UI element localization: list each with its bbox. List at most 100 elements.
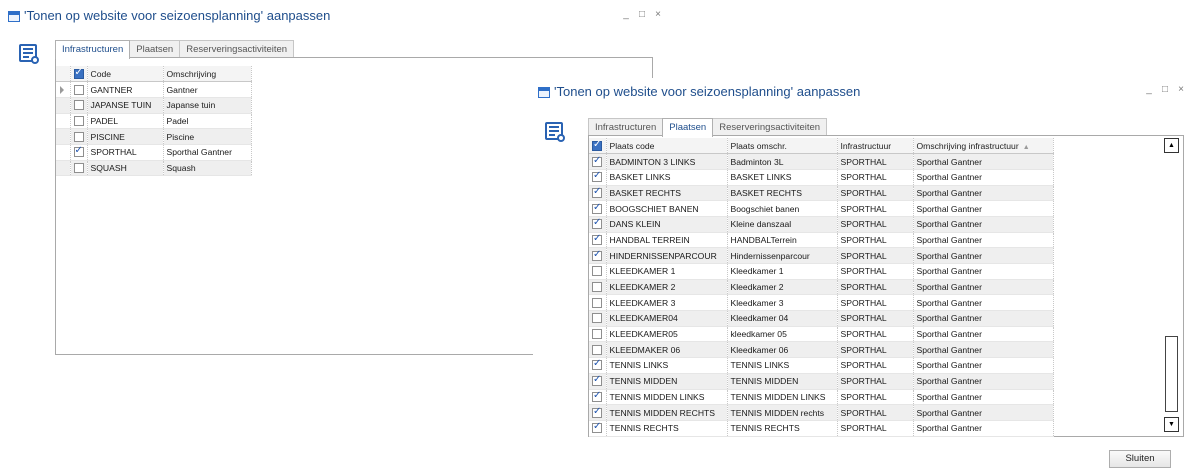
table-row[interactable]: BADMINTON 3 LINKSBadminton 3LSPORTHALSpo…	[589, 153, 1054, 170]
table-row[interactable]: TENNIS MIDDEN RECHTSTENNIS MIDDEN rechts…	[589, 404, 1054, 421]
checkbox-cell[interactable]	[589, 153, 607, 170]
table-row[interactable]: PADEL Padel	[56, 113, 252, 130]
checkbox-cell[interactable]	[589, 263, 607, 280]
scrollbar-thumb[interactable]	[1165, 336, 1178, 412]
checkbox-cell[interactable]	[589, 373, 607, 390]
tab-plaatsen[interactable]: Plaatsen	[129, 40, 181, 58]
table-row[interactable]: KLEEDKAMER 3 Kleedkamer 3 SPORTHAL Sporthal…	[589, 294, 1054, 312]
checkbox-cell[interactable]	[589, 200, 607, 217]
tab-reserveringsactiviteiten[interactable]: Reserveringsactiviteiten	[179, 40, 295, 58]
row-checkbox[interactable]	[592, 297, 602, 308]
checkbox-cell[interactable]	[589, 310, 607, 327]
row-checkbox[interactable]	[592, 249, 602, 261]
scroll-down-button[interactable]: ▼	[1164, 417, 1179, 432]
column-header-omschrijving-infrastructuur[interactable]: Omschrijving infrastructuur ▲	[913, 138, 1054, 155]
table-row[interactable]: TENNIS RECHTSTENNIS RECHTSSPORTHALSporth…	[589, 420, 1054, 437]
minimize-button[interactable]: _	[622, 10, 630, 20]
checkbox-cell[interactable]	[589, 341, 607, 359]
column-header-infrastructuur[interactable]: Infrastructuur	[837, 138, 914, 155]
sluiten-button[interactable]: Sluiten	[1109, 450, 1171, 468]
checkbox-cell[interactable]	[589, 185, 607, 202]
column-header-plaats-omschr[interactable]: Plaats omschr.	[727, 138, 838, 155]
row-checkbox[interactable]	[592, 390, 602, 402]
table-row[interactable]: TENNIS LINKSTENNIS LINKSSPORTHALSporthal…	[589, 357, 1054, 374]
table-row[interactable]: BASKET LINKSBASKET LINKSSPORTHALSporthal…	[589, 169, 1054, 186]
column-header-omschrijving[interactable]: Omschrijving	[163, 66, 252, 83]
table-row[interactable]: BOOGSCHIET BANENBoogschiet banenSPORTHAL…	[589, 200, 1054, 217]
table-row[interactable]: GANTNER Gantner	[56, 81, 252, 98]
row-checkbox[interactable]	[592, 155, 602, 167]
checkbox-cell[interactable]	[70, 81, 88, 98]
row-checkbox[interactable]	[592, 233, 602, 245]
table-row[interactable]: KLEEDMAKER 06 Kleedkamer 06 SPORTHAL Sporth…	[589, 341, 1054, 359]
front-dialog-titlebar[interactable]: 'Tonen op website voor seizoensplanning'…	[533, 78, 1193, 106]
checkbox-cell[interactable]	[589, 279, 607, 296]
maximize-button[interactable]: □	[1161, 85, 1169, 95]
row-checkbox[interactable]	[592, 374, 602, 387]
tab-reserveringsactiviteiten[interactable]: Reserveringsactiviteiten	[712, 118, 828, 136]
row-checkbox[interactable]	[592, 282, 602, 293]
table-row[interactable]: HANDBAL TERREINHANDBALTerreinSPORTHALSpo…	[589, 232, 1054, 249]
checkbox-cell[interactable]	[589, 247, 607, 264]
table-row[interactable]: PISCINE Piscine	[56, 128, 252, 145]
table-row[interactable]: TENNIS MIDDEN LINKSTENNIS MIDDEN LINKSSP…	[589, 389, 1054, 406]
checkbox-cell[interactable]	[589, 404, 607, 421]
table-row[interactable]: KLEEDKAMER 1 Kleedkamer 1 SPORTHAL Sporthal…	[589, 263, 1054, 280]
close-window-button[interactable]: ×	[1177, 85, 1185, 95]
checkbox-cell[interactable]	[589, 232, 607, 249]
checkbox-cell[interactable]	[70, 113, 88, 130]
row-checkbox[interactable]	[592, 421, 602, 434]
back-dialog-titlebar[interactable]: 'Tonen op website voor seizoensplanning'…	[0, 0, 671, 28]
table-row[interactable]: HINDERNISSENPARCOURHindernissenparcourSP…	[589, 247, 1054, 264]
table-row[interactable]: SQUASH Squash	[56, 160, 252, 177]
row-checkbox[interactable]	[592, 313, 602, 324]
column-header-plaats-code[interactable]: Plaats code	[606, 138, 728, 155]
row-checkbox[interactable]	[592, 358, 602, 371]
tab-infrastructuren[interactable]: Infrastructuren	[588, 118, 664, 136]
row-checkbox[interactable]	[592, 406, 602, 418]
select-all-checkbox[interactable]	[73, 67, 84, 79]
row-checkbox[interactable]	[592, 266, 602, 277]
tab-plaatsen[interactable]: Plaatsen	[662, 118, 714, 137]
checkbox-cell[interactable]	[589, 357, 607, 374]
scroll-up-button[interactable]: ▲	[1164, 138, 1179, 153]
minimize-button[interactable]: _	[1145, 85, 1153, 95]
select-all-cell[interactable]	[589, 138, 607, 155]
row-checkbox[interactable]	[73, 145, 84, 158]
row-checkbox[interactable]	[73, 84, 84, 95]
row-checkbox[interactable]	[73, 162, 84, 173]
select-all-checkbox[interactable]	[592, 139, 602, 151]
checkbox-cell[interactable]	[589, 169, 607, 186]
column-header-code[interactable]: Code	[87, 66, 164, 83]
row-checkbox[interactable]	[592, 344, 602, 355]
table-row[interactable]: SPORTHALSporthal Gantner	[56, 144, 252, 161]
table-row[interactable]: JAPANSE TUIN Japanse tuin	[56, 97, 252, 114]
checkbox-cell[interactable]	[589, 389, 607, 406]
row-checkbox[interactable]	[592, 329, 602, 340]
row-checkbox[interactable]	[73, 115, 84, 126]
checkbox-cell[interactable]	[589, 326, 607, 343]
vertical-scrollbar[interactable]: ▲ ▼	[1164, 138, 1179, 432]
close-window-button[interactable]: ×	[654, 10, 662, 20]
checkbox-cell[interactable]	[589, 420, 607, 437]
table-row[interactable]: KLEEDKAMER04 Kleedkamer 04 SPORTHAL Sportha…	[589, 310, 1054, 327]
checkbox-cell[interactable]	[70, 144, 88, 161]
tab-infrastructuren[interactable]: Infrastructuren	[55, 40, 131, 59]
table-row[interactable]: TENNIS MIDDENTENNIS MIDDENSPORTHALSporth…	[589, 373, 1054, 390]
checkbox-cell[interactable]	[589, 294, 607, 312]
row-checkbox[interactable]	[73, 100, 84, 111]
row-checkbox[interactable]	[592, 202, 602, 214]
table-row[interactable]: KLEEDKAMER05 kleedkamer 05 SPORTHAL Sportha…	[589, 326, 1054, 343]
select-all-cell[interactable]	[70, 66, 88, 83]
checkbox-cell[interactable]	[589, 216, 607, 233]
row-checkbox[interactable]	[592, 170, 602, 183]
row-checkbox[interactable]	[592, 217, 602, 230]
checkbox-cell[interactable]	[70, 97, 88, 114]
table-row[interactable]: DANS KLEINKleine danszaalSPORTHALSportha…	[589, 216, 1054, 233]
checkbox-cell[interactable]	[70, 160, 88, 177]
maximize-button[interactable]: □	[638, 10, 646, 20]
table-row[interactable]: BASKET RECHTSBASKET RECHTSSPORTHALSporth…	[589, 185, 1054, 202]
row-checkbox[interactable]	[592, 186, 602, 198]
table-row[interactable]: KLEEDKAMER 2 Kleedkamer 2 SPORTHAL Sporthal…	[589, 279, 1054, 296]
row-checkbox[interactable]	[73, 131, 84, 142]
